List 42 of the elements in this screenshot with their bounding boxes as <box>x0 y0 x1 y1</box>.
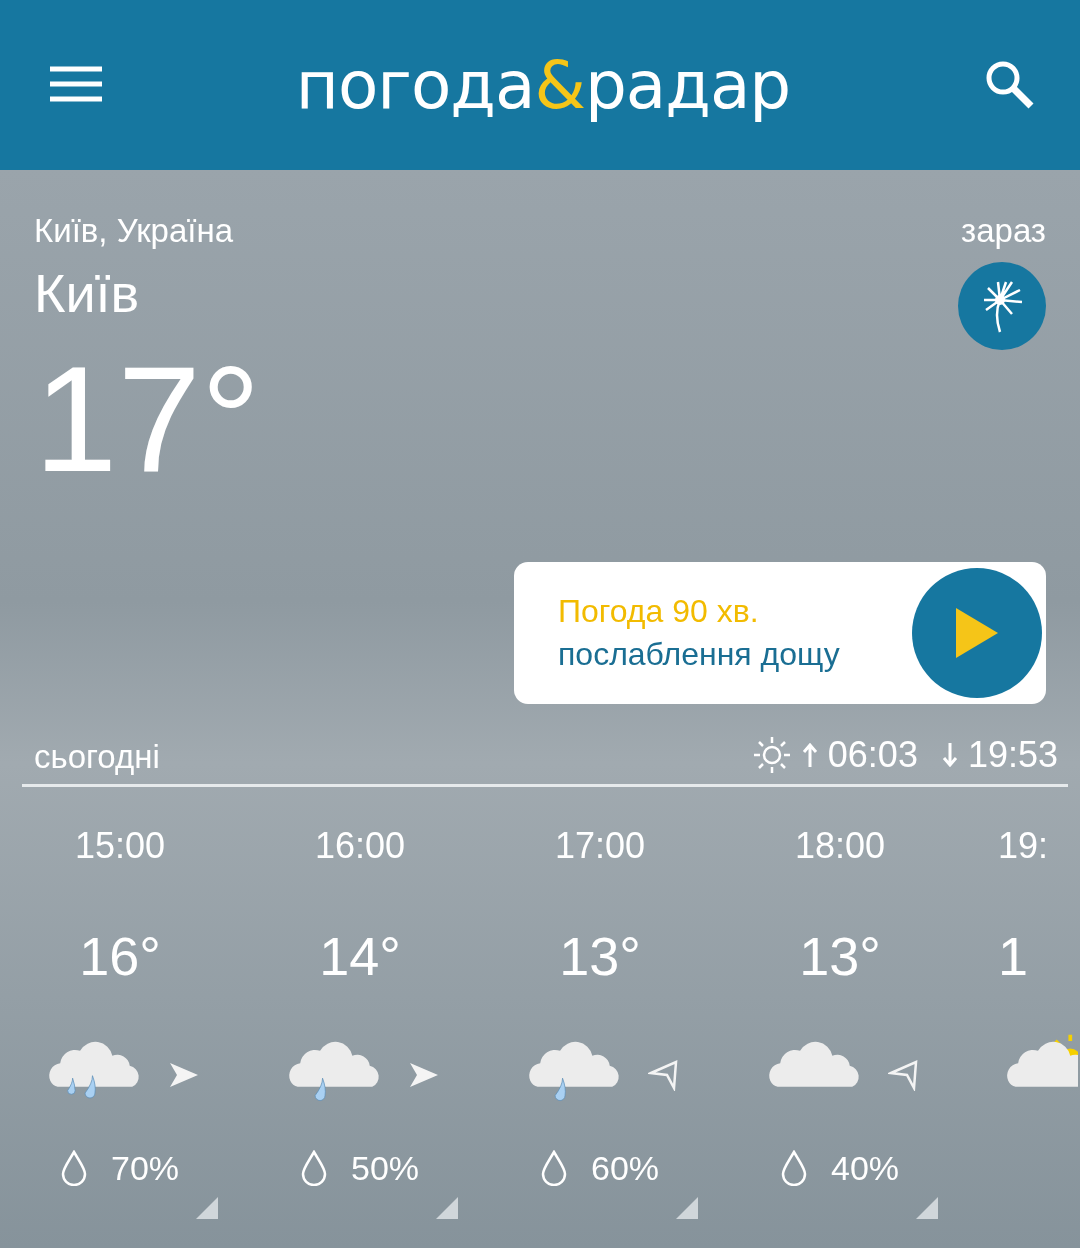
hour-time: 19: <box>998 825 1049 868</box>
nowcast-subtitle: послаблення дощу <box>558 636 840 673</box>
today-label: сьогодні <box>34 738 160 776</box>
wind-arrow-icon <box>408 1061 440 1089</box>
play-icon <box>954 606 1000 660</box>
region-label: Київ, Україна <box>34 212 234 250</box>
wind-arrow-icon <box>168 1061 200 1089</box>
precipitation-chance: 40% <box>830 1148 900 1188</box>
corner-triangle-icon <box>436 1197 458 1219</box>
wind-arrow-icon <box>888 1059 920 1091</box>
corner-triangle-icon <box>196 1197 218 1219</box>
current-temperature: 17° <box>34 344 262 494</box>
nowcast-title: Погода 90 хв. <box>558 593 760 630</box>
precipitation-chance: 60% <box>590 1148 660 1188</box>
raindrop-icon <box>60 1150 87 1186</box>
arrow-down-icon <box>941 743 958 767</box>
precipitation-chance: 70% <box>110 1148 180 1188</box>
hour-time: 15:00 <box>74 825 166 868</box>
raindrop-icon <box>300 1150 327 1186</box>
city-name: Київ <box>34 262 140 324</box>
hour-temperature: 13° <box>559 925 641 988</box>
sunrise-time: 06:03 <box>827 734 918 776</box>
sun-icon <box>751 735 792 775</box>
menu-button[interactable] <box>50 65 102 105</box>
hour-time: 18:00 <box>794 825 886 868</box>
hour-temperature: 13° <box>799 925 881 988</box>
nowcast-card[interactable]: Погода 90 хв. послаблення дощу <box>514 562 1046 704</box>
now-label: зараз <box>961 212 1046 250</box>
corner-triangle-icon <box>676 1197 698 1219</box>
raindrop-icon <box>780 1150 807 1186</box>
wind-arrow-icon <box>648 1059 680 1091</box>
hour-temperature: 16° <box>79 925 161 988</box>
corner-triangle-icon <box>916 1197 938 1219</box>
sunset-time: 19:53 <box>967 734 1058 776</box>
hour-temperature: 14° <box>319 925 401 988</box>
hour-temperature: 1 <box>998 925 1029 988</box>
precipitation-chance: 50% <box>350 1148 420 1188</box>
raindrop-icon <box>540 1150 567 1186</box>
arrow-up-icon <box>801 743 818 767</box>
app-logo: погода&радар <box>295 46 791 124</box>
hour-time: 16:00 <box>314 825 406 868</box>
hour-time: 17:00 <box>554 825 646 868</box>
